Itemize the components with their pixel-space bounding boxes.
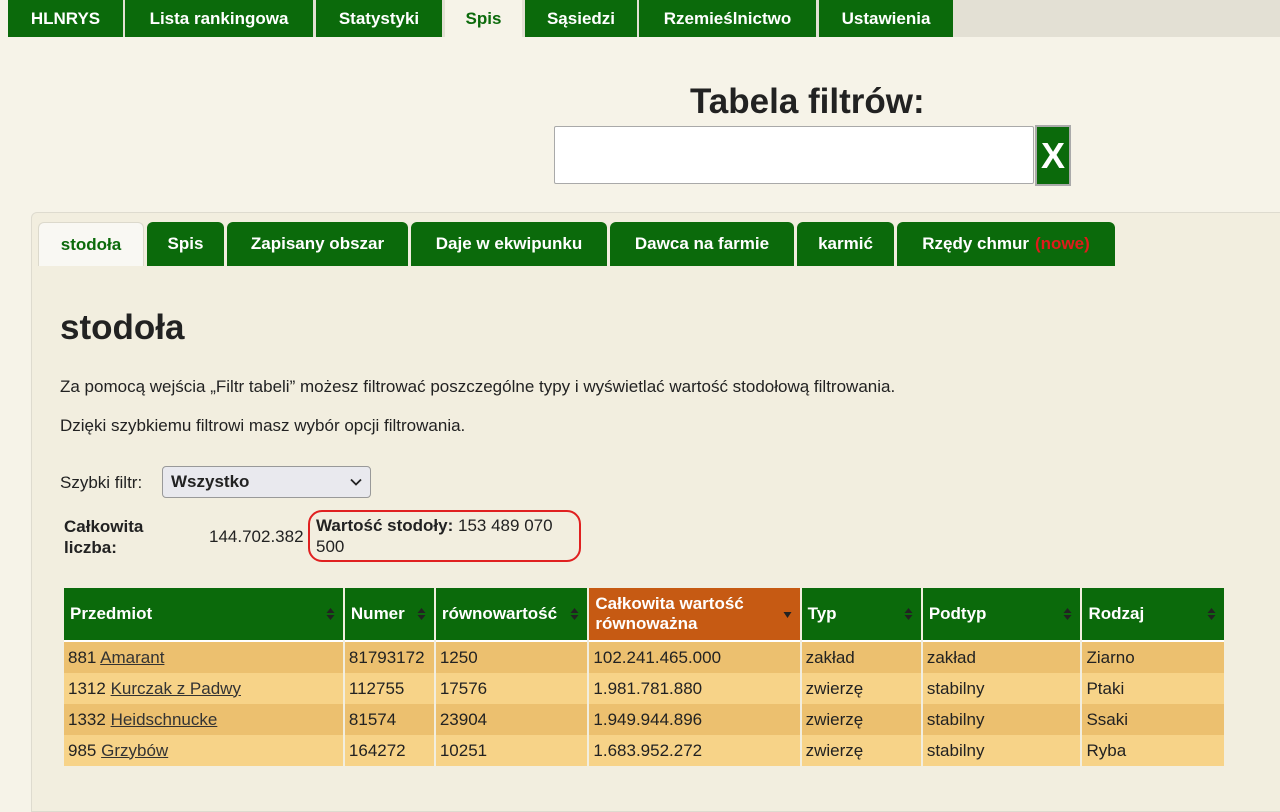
barn-value: Wartość stodoły: 153 489 070 500 <box>316 515 578 557</box>
item-link[interactable]: Heidschnucke <box>111 710 218 729</box>
cell-equivalent: 17576 <box>435 673 588 704</box>
cell-subtype: stabilny <box>922 704 1081 735</box>
table-header-row: Przedmiot Numer równowartość Całkowita w… <box>64 588 1224 642</box>
table-row: 985 Grzybów 164272 10251 1.683.952.272 z… <box>64 735 1224 766</box>
nav-tab-neighbors[interactable]: Sąsiedzi <box>525 0 637 37</box>
column-header-number[interactable]: Numer <box>344 588 434 642</box>
cell-number: 81574 <box>344 704 434 735</box>
subtab-cloud-rows[interactable]: Rzędy chmur (nowe) <box>897 222 1115 266</box>
cell-kind: Ssaki <box>1082 704 1224 735</box>
page-heading: stodoła <box>60 308 185 347</box>
item-id: 985 <box>68 740 97 760</box>
total-count-value: 144.702.382 <box>209 527 304 546</box>
column-header-type[interactable]: Typ <box>801 588 921 642</box>
filter-title: Tabela filtrów: <box>690 82 925 121</box>
column-header-label: równowartość <box>441 604 558 623</box>
column-header-item[interactable]: Przedmiot <box>64 588 343 642</box>
cell-subtype: zakład <box>922 642 1081 673</box>
cell-total-equivalent: 1.949.944.896 <box>589 704 800 735</box>
table-row: 881 Amarant 81793172 1250 102.241.465.00… <box>64 642 1224 673</box>
sort-icon <box>1207 608 1216 620</box>
items-table: Przedmiot Numer równowartość Całkowita w… <box>62 588 1226 766</box>
subtab-inventory[interactable]: Spis <box>147 222 224 266</box>
column-header-label: Numer <box>350 604 405 623</box>
sub-tabs: stodoła Spis Zapisany obszar Daje w ekwi… <box>0 222 1280 266</box>
item-id: 881 <box>68 647 97 667</box>
cell-total-equivalent: 1.683.952.272 <box>589 735 800 766</box>
cell-item: 1312 Kurczak z Padwy <box>64 673 343 704</box>
quick-filter-select[interactable]: Wszystko <box>162 466 371 498</box>
cell-equivalent: 10251 <box>435 735 588 766</box>
nav-tab-crafting[interactable]: Rzemieślnictwo <box>639 0 816 37</box>
cell-number: 164272 <box>344 735 434 766</box>
column-header-label: Całkowita wartość równoważna <box>595 594 744 633</box>
quick-filter-paragraph: Dzięki szybkiemu filtrowi masz wybór opc… <box>60 416 466 435</box>
cell-number: 112755 <box>344 673 434 704</box>
item-link[interactable]: Grzybów <box>101 741 168 760</box>
column-header-total-equivalent[interactable]: Całkowita wartość równoważna <box>589 588 800 642</box>
quick-filter-value: Wszystko <box>171 472 250 491</box>
cell-item: 1332 Heidschnucke <box>64 704 343 735</box>
column-header-label: Przedmiot <box>70 604 153 623</box>
nav-tab-inventory[interactable]: Spis <box>445 0 522 38</box>
nav-tab-ranking[interactable]: Lista rankingowa <box>125 0 313 37</box>
table-row: 1332 Heidschnucke 81574 23904 1.949.944.… <box>64 704 1224 735</box>
column-header-label: Podtyp <box>928 604 987 623</box>
subtab-cloud-rows-label: Rzędy chmur <box>922 234 1029 253</box>
cell-subtype: stabilny <box>922 673 1081 704</box>
table-row: 1312 Kurczak z Padwy 112755 17576 1.981.… <box>64 673 1224 704</box>
cell-item: 881 Amarant <box>64 642 343 673</box>
subtab-feed[interactable]: karmić <box>797 222 894 266</box>
subtab-saved-area[interactable]: Zapisany obszar <box>227 222 408 266</box>
item-id: 1332 <box>68 709 106 729</box>
cell-total-equivalent: 1.981.781.880 <box>589 673 800 704</box>
cell-subtype: stabilny <box>922 735 1081 766</box>
sort-icon <box>1063 608 1072 620</box>
column-header-subtype[interactable]: Podtyp <box>922 588 1081 642</box>
cell-equivalent: 23904 <box>435 704 588 735</box>
cell-type: zakład <box>801 642 921 673</box>
sort-icon <box>904 608 913 620</box>
subtab-farm-donor[interactable]: Dawca na farmie <box>610 222 794 266</box>
quick-filter-label: Szybki filtr: <box>60 473 143 492</box>
cell-total-equivalent: 102.241.465.000 <box>589 642 800 673</box>
item-link[interactable]: Amarant <box>100 648 164 667</box>
cell-kind: Ryba <box>1082 735 1224 766</box>
item-link[interactable]: Kurczak z Padwy <box>111 679 241 698</box>
column-header-equivalent[interactable]: równowartość <box>435 588 588 642</box>
column-header-kind[interactable]: Rodzaj <box>1082 588 1224 642</box>
column-header-label: Rodzaj <box>1088 604 1145 623</box>
nav-tab-statistics[interactable]: Statystyki <box>316 0 442 37</box>
cell-type: zwierzę <box>801 735 921 766</box>
cell-item: 985 Grzybów <box>64 735 343 766</box>
nav-tab-settings[interactable]: Ustawienia <box>819 0 953 37</box>
sort-icon <box>417 608 426 620</box>
filter-input[interactable] <box>554 126 1034 184</box>
sort-icon <box>326 608 335 620</box>
top-navigation: HLNRYS Lista rankingowa Statystyki Spis … <box>0 0 1280 38</box>
subtab-barn[interactable]: stodoła <box>38 222 144 266</box>
cell-kind: Ptaki <box>1082 673 1224 704</box>
chevron-down-icon <box>350 478 362 486</box>
cell-equivalent: 1250 <box>435 642 588 673</box>
cell-number: 81793172 <box>344 642 434 673</box>
cell-type: zwierzę <box>801 673 921 704</box>
new-badge: (nowe) <box>1034 234 1090 253</box>
nav-tab-hlnrys[interactable]: HLNRYS <box>8 0 123 37</box>
item-id: 1312 <box>68 678 106 698</box>
sort-desc-icon <box>783 612 792 618</box>
total-count-label: Całkowita liczba: <box>64 517 144 557</box>
cell-type: zwierzę <box>801 704 921 735</box>
column-header-label: Typ <box>807 604 837 623</box>
cell-kind: Ziarno <box>1082 642 1224 673</box>
intro-paragraph: Za pomocą wejścia „Filtr tabeli” możesz … <box>60 377 896 396</box>
filter-clear-button[interactable]: X <box>1035 125 1071 186</box>
sort-icon <box>570 608 579 620</box>
barn-value-label: Wartość stodoły: <box>316 516 454 535</box>
subtab-gives-in-inventory[interactable]: Daje w ekwipunku <box>411 222 607 266</box>
